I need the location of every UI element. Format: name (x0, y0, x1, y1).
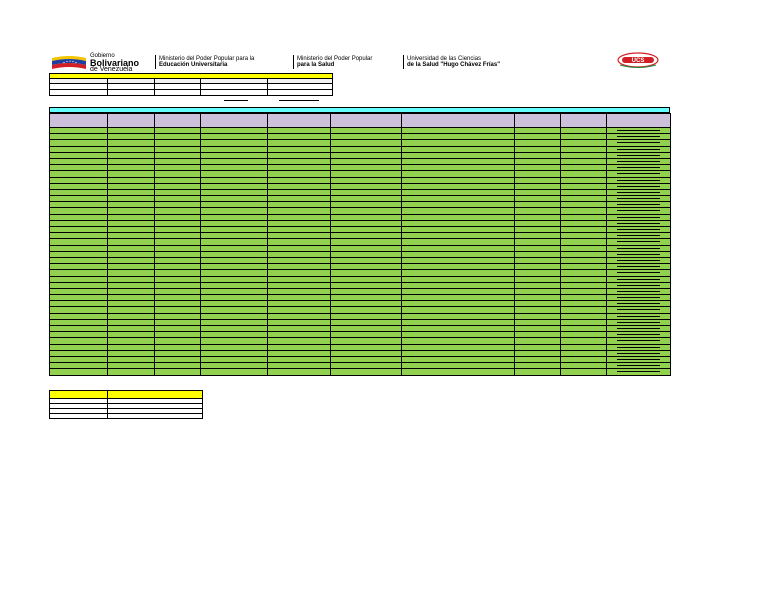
signature-line (617, 371, 660, 373)
column-header (606, 113, 671, 128)
main-table (49, 113, 671, 376)
signature-line (617, 315, 660, 317)
logo-text: UCS (632, 58, 645, 64)
signature-line (617, 160, 660, 162)
table-cell[interactable] (560, 368, 607, 376)
column-header (267, 113, 331, 128)
column-header (154, 113, 201, 128)
signature-line (617, 272, 660, 274)
ucs-university-logo: UCS (617, 52, 659, 68)
table-row (49, 368, 671, 376)
table-cell[interactable] (49, 368, 108, 376)
university-block: Universidad de las Ciencias de la Salud … (407, 56, 500, 68)
ministry-education-block: Ministerio del Poder Popular para la Edu… (159, 56, 254, 68)
summary-table (49, 390, 203, 419)
signature-line (617, 130, 660, 131)
signature-line (617, 142, 660, 144)
signature-line (617, 204, 660, 206)
column-header (49, 113, 108, 128)
signature-line (617, 297, 660, 299)
signature-line (617, 278, 660, 280)
table-cell[interactable] (330, 368, 402, 376)
signature-line (617, 321, 660, 323)
column-header (560, 113, 607, 128)
signature-line (617, 340, 660, 342)
info-cell[interactable] (200, 89, 268, 96)
ministry-health-block: Ministerio del Poder Popular para la Sal… (297, 56, 372, 68)
table-cell[interactable] (107, 368, 155, 376)
signature-line (617, 328, 660, 329)
signature-line (617, 167, 660, 169)
header-separator (403, 55, 404, 69)
summary-cell[interactable] (49, 413, 108, 419)
signature-line (224, 100, 248, 101)
summary-header-cell (107, 390, 203, 399)
header-separator (155, 55, 156, 69)
column-header (107, 113, 155, 128)
column-header (514, 113, 561, 128)
table-cell[interactable] (514, 368, 561, 376)
signature-line (617, 191, 660, 193)
signature-line (617, 229, 660, 230)
ministry-health-line-2: para la Salud (297, 62, 335, 68)
header-separator (293, 55, 294, 69)
signature-line (617, 352, 660, 354)
signature-line (617, 148, 660, 150)
column-header (401, 113, 515, 128)
column-header (200, 113, 268, 128)
signature-line (617, 365, 660, 367)
summary-header-cell (49, 390, 108, 399)
column-header (330, 113, 402, 128)
signature-line (617, 284, 660, 286)
table-cell[interactable] (267, 368, 331, 376)
signature-line (617, 303, 660, 305)
signature-cell[interactable] (606, 368, 671, 376)
info-table (48, 73, 334, 96)
signature-line (617, 235, 660, 237)
info-cell[interactable] (154, 89, 201, 96)
signature-line (617, 253, 660, 255)
signature-line (617, 247, 660, 249)
signature-line (617, 259, 660, 261)
venezuela-flag-icon (52, 56, 86, 69)
ministry-education-line-2: Educación Universitaria (159, 62, 228, 68)
signature-line (617, 216, 660, 218)
info-cell[interactable] (107, 89, 155, 96)
signature-line (617, 241, 660, 243)
government-title: Gobierno Bolivariano de Venezuela (90, 53, 150, 73)
signature-line (617, 154, 660, 156)
signature-line (617, 179, 660, 181)
table-cell[interactable] (401, 368, 515, 376)
signature-line (617, 290, 660, 292)
signature-line (617, 210, 660, 212)
signature-line (617, 334, 660, 336)
signature-line (617, 358, 660, 360)
signature-line (617, 309, 660, 311)
university-line-2: de la Salud "Hugo Chávez Frías" (407, 62, 501, 68)
signature-line (617, 173, 660, 175)
signature-line (617, 222, 660, 224)
signature-line (617, 346, 660, 348)
signature-line (617, 198, 660, 200)
table-cell[interactable] (200, 368, 268, 376)
signature-line (617, 136, 660, 138)
signature-line (617, 266, 660, 268)
summary-cell[interactable] (107, 413, 203, 419)
info-cell[interactable] (266, 89, 334, 96)
signature-line (617, 185, 660, 187)
signature-line (279, 100, 319, 101)
table-cell[interactable] (154, 368, 201, 376)
info-cell[interactable] (49, 89, 108, 96)
